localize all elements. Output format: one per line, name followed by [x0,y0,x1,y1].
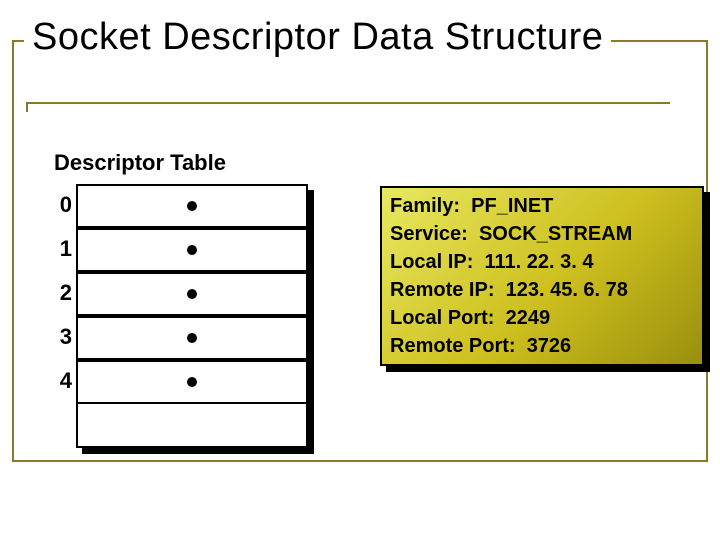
descriptor-index: 1 [42,236,72,262]
descriptor-index: 0 [42,192,72,218]
struct-field-value: 123. 45. 6. 78 [506,279,628,301]
descriptor-cell [76,272,308,316]
descriptor-index: 3 [42,324,72,350]
pointer-dot-icon [187,245,197,255]
pointer-dot-icon [187,201,197,211]
struct-field: Family: PF_INET [390,192,694,220]
struct-field-value: 2249 [506,307,551,329]
pointer-dot-icon [187,377,197,387]
descriptor-cell [76,228,308,272]
struct-field: Local IP: 111. 22. 3. 4 [390,248,694,276]
table-row [76,360,308,404]
descriptor-cell [76,316,308,360]
title-underline [26,102,670,104]
struct-field-label: Remote IP [390,279,488,301]
descriptor-cell [76,184,308,228]
title-underline-tick [26,104,28,112]
table-row [76,272,308,316]
pointer-dot-icon [187,333,197,343]
struct-field-value: 3726 [527,335,572,357]
table-row [76,184,308,228]
table-row [76,228,308,272]
struct-field-label: Local Port [390,307,488,329]
table-row [76,316,308,360]
struct-field: Remote Port: 3726 [390,332,694,360]
struct-field-label: Local IP [390,251,467,273]
struct-field: Remote IP: 123. 45. 6. 78 [390,276,694,304]
descriptor-index: 4 [42,368,72,394]
struct-field-value: SOCK_STREAM [479,223,632,245]
descriptor-cell [76,360,308,404]
struct-field-value: 111. 22. 3. 4 [484,251,593,273]
descriptor-table-label: Descriptor Table [54,150,226,176]
page-title: Socket Descriptor Data Structure [24,16,611,67]
descriptor-index: 2 [42,280,72,306]
struct-field-label: Family [390,195,453,217]
struct-field-label: Remote Port [390,335,509,357]
struct-field-value: PF_INET [471,195,553,217]
struct-field: Local Port: 2249 [390,304,694,332]
pointer-dot-icon [187,289,197,299]
socket-struct-box: Family: PF_INET Service: SOCK_STREAM Loc… [380,186,704,366]
struct-field: Service: SOCK_STREAM [390,220,694,248]
struct-field-label: Service [390,223,461,245]
